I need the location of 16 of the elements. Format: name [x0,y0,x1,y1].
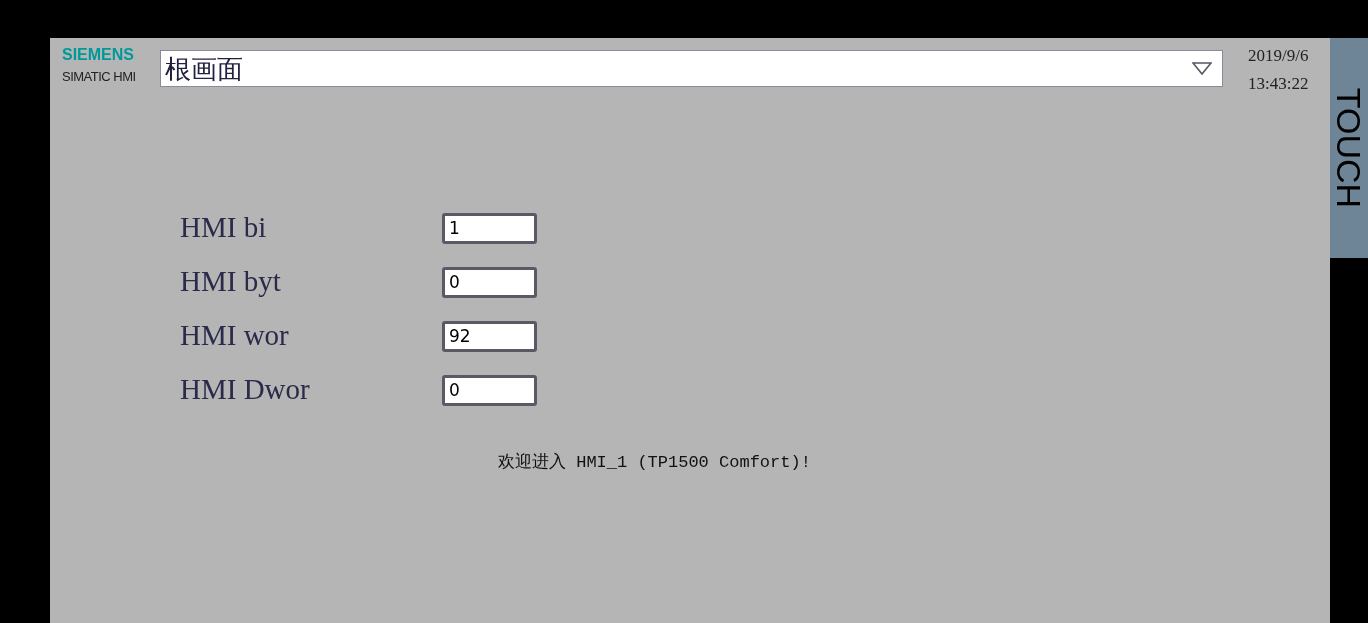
screen-dropdown[interactable]: 根画面 [160,50,1223,87]
product-name: SIMATIC HMI [62,69,137,85]
value-field[interactable]: 92 [442,320,537,352]
field-label: HMI wor [180,318,290,354]
welcome-message: 欢迎进入 HMI_1 (TP1500 Comfort)! [498,451,811,474]
time-text: 13:43:22 [1248,73,1309,95]
side-label: TOUCH [1332,87,1366,209]
date-text: 2019/9/6 [1248,45,1309,67]
brand-logo: SIEMENS [62,46,135,64]
value-field[interactable]: 1 [442,212,537,244]
value-field[interactable]: 0 [442,266,537,298]
field-label: HMI Dwor [180,372,311,408]
field-label: HMI byt [180,264,282,300]
field-label: HMI bi [180,210,268,246]
value-field[interactable]: 0 [442,374,537,406]
caret-icon [1192,61,1212,76]
